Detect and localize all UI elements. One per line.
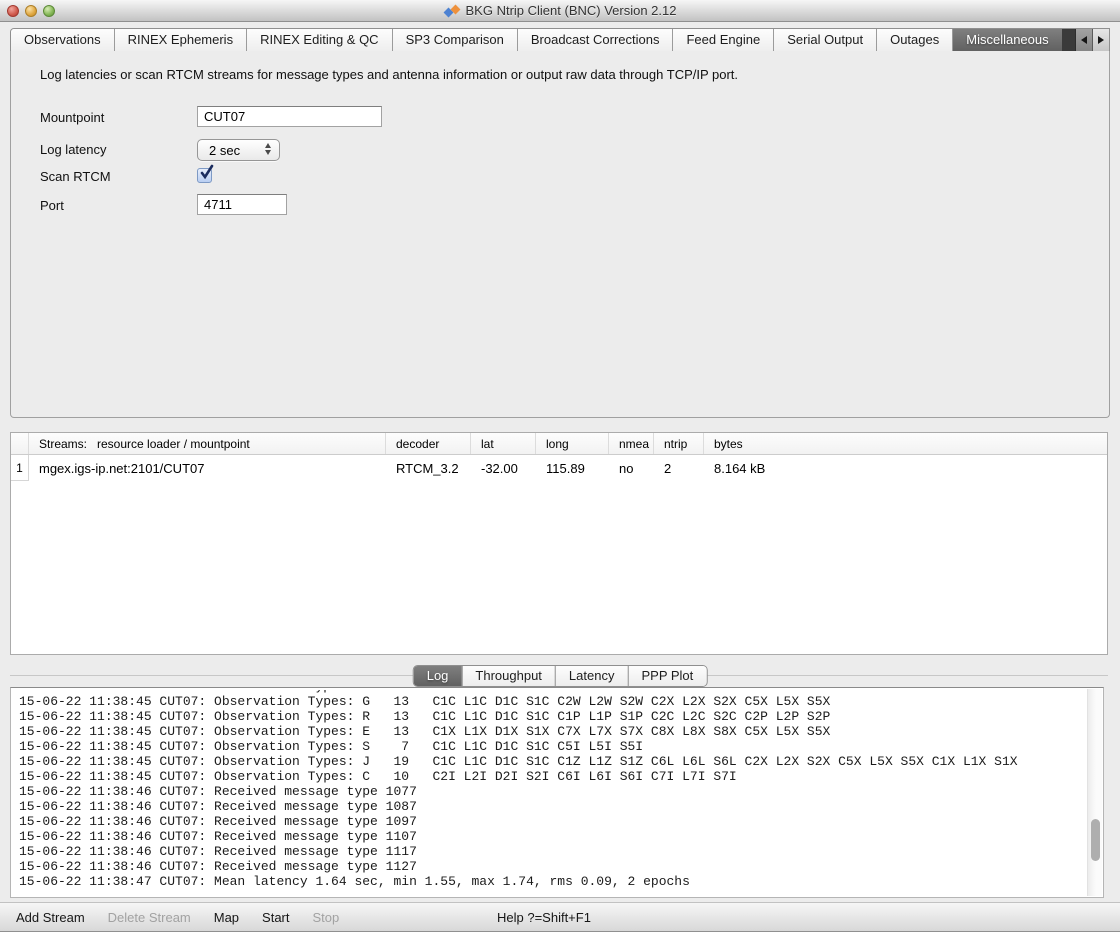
tab-sp3-comparison[interactable]: SP3 Comparison [392,29,517,51]
tab-broadcast-corrections[interactable]: Broadcast Corrections [517,29,673,51]
checkmark-icon [198,163,215,182]
header-ntrip[interactable]: ntrip [654,433,704,454]
log-line: 15-06-22 11:38:45 CUT07: Observation Typ… [19,739,1087,754]
log-latency-select[interactable]: 2 sec [197,139,280,161]
scan-rtcm-checkbox[interactable] [197,168,212,183]
log-line: 15-06-22 11:38:46 CUT07: Received messag… [19,844,1087,859]
tab-rinex-editing-qc[interactable]: RINEX Editing & QC [246,29,392,51]
header-mountpoint[interactable]: Streams: resource loader / mountpoint [29,433,386,454]
log-line: 15-06-22 11:38:46 CUT07: Received messag… [19,859,1087,874]
header-nmea[interactable]: nmea [609,433,654,454]
header-decoder[interactable]: decoder [386,433,471,454]
title-bar: BKG Ntrip Client (BNC) Version 2.12 [0,0,1120,22]
status-bar: Add Stream Delete Stream Map Start Stop Help… [0,902,1120,932]
app-icon [444,4,460,18]
miscellaneous-pane [10,51,1110,418]
cell-decoder: RTCM_3.2 [386,461,471,476]
start-button[interactable]: Start [262,910,289,925]
tab-rinex-ephemeris[interactable]: RINEX Ephemeris [114,29,246,51]
table-row[interactable]: 1 mgex.igs-ip.net:2101/CUT07 RTCM_3.2 -3… [11,455,1107,481]
log-output[interactable]: 15-06-22 11:38:45 CUT07: Observation Typ… [12,689,1087,896]
bottom-tab-log[interactable]: Log [414,666,462,686]
streams-table: Streams: resource loader / mountpoint de… [10,432,1108,655]
tab-feed-engine[interactable]: Feed Engine [672,29,773,51]
header-lat[interactable]: lat [471,433,536,454]
log-line: 15-06-22 11:38:45 CUT07: Observation Typ… [19,754,1087,769]
map-button[interactable]: Map [214,910,239,925]
cell-bytes: 8.164 kB [704,461,1107,476]
cell-long: 115.89 [536,461,609,476]
bottom-tab-ppp-plot[interactable]: PPP Plot [627,666,706,686]
chevron-left-icon [1081,36,1087,44]
scan-rtcm-label: Scan RTCM [40,169,111,184]
bottom-tab-latency[interactable]: Latency [555,666,628,686]
pane-description: Log latencies or scan RTCM streams for m… [40,67,738,82]
stepper-arrows-icon [265,143,271,155]
delete-stream-button: Delete Stream [108,910,191,925]
chevron-right-icon [1098,36,1104,44]
tab-serial-output[interactable]: Serial Output [773,29,876,51]
log-line: 15-06-22 11:38:45 CUT07: Observation Typ… [19,769,1087,784]
mountpoint-input[interactable] [197,106,382,127]
window-title: BKG Ntrip Client (BNC) Version 2.12 [466,3,677,18]
log-line: 15-06-22 11:38:45 CUT07: Observation Typ… [19,709,1087,724]
log-line: 15-06-22 11:38:45 CUT07: Observation Typ… [19,694,1087,709]
port-input[interactable] [197,194,287,215]
log-line: 15-06-22 11:38:45 CUT07: Observation Typ… [19,724,1087,739]
tab-outages[interactable]: Outages [876,29,952,51]
tab-scroll-right-button[interactable] [1092,29,1109,51]
tab-scroll-left-button[interactable] [1075,29,1092,51]
log-latency-value: 2 sec [209,143,240,158]
log-line: 15-06-22 11:38:46 CUT07: Received messag… [19,799,1087,814]
log-line: 15-06-22 11:38:46 CUT07: Received messag… [19,784,1087,799]
row-number: 1 [11,455,29,481]
streams-table-header: Streams: resource loader / mountpoint de… [11,433,1107,455]
log-scrollbar[interactable] [1087,689,1102,896]
cell-lat: -32.00 [471,461,536,476]
log-line: 15-06-22 11:38:47 CUT07: Mean latency 1.… [19,874,1087,889]
cell-ntrip: 2 [654,461,704,476]
cell-mountpoint: mgex.igs-ip.net:2101/CUT07 [29,461,386,476]
bottom-tab-bar: LogThroughputLatencyPPP Plot [413,665,708,687]
log-line: 15-06-22 11:38:46 CUT07: Received messag… [19,829,1087,844]
tab-observations[interactable]: Observations [11,29,114,51]
log-scrollbar-thumb[interactable] [1091,819,1100,861]
close-button[interactable] [7,5,19,17]
help-shortcut-label: Help ?=Shift+F1 [497,903,591,931]
port-label: Port [40,198,64,213]
header-bytes[interactable]: bytes [704,433,1107,454]
main-tab-bar: ObservationsRINEX EphemerisRINEX Editing… [10,28,1110,51]
bottom-tab-throughput[interactable]: Throughput [461,666,555,686]
mountpoint-label: Mountpoint [40,110,104,125]
tab-scroll-area [1062,29,1109,51]
header-row-number [11,433,29,454]
header-long[interactable]: long [536,433,609,454]
log-latency-label: Log latency [40,142,107,157]
zoom-button[interactable] [43,5,55,17]
minimize-button[interactable] [25,5,37,17]
cell-nmea: no [609,461,654,476]
log-panel: 15-06-22 11:38:45 CUT07: Observation Typ… [10,687,1104,898]
add-stream-button[interactable]: Add Stream [16,910,85,925]
stop-button: Stop [313,910,340,925]
log-line: 15-06-22 11:38:46 CUT07: Received messag… [19,814,1087,829]
tab-miscellaneous[interactable]: Miscellaneous [952,29,1061,51]
